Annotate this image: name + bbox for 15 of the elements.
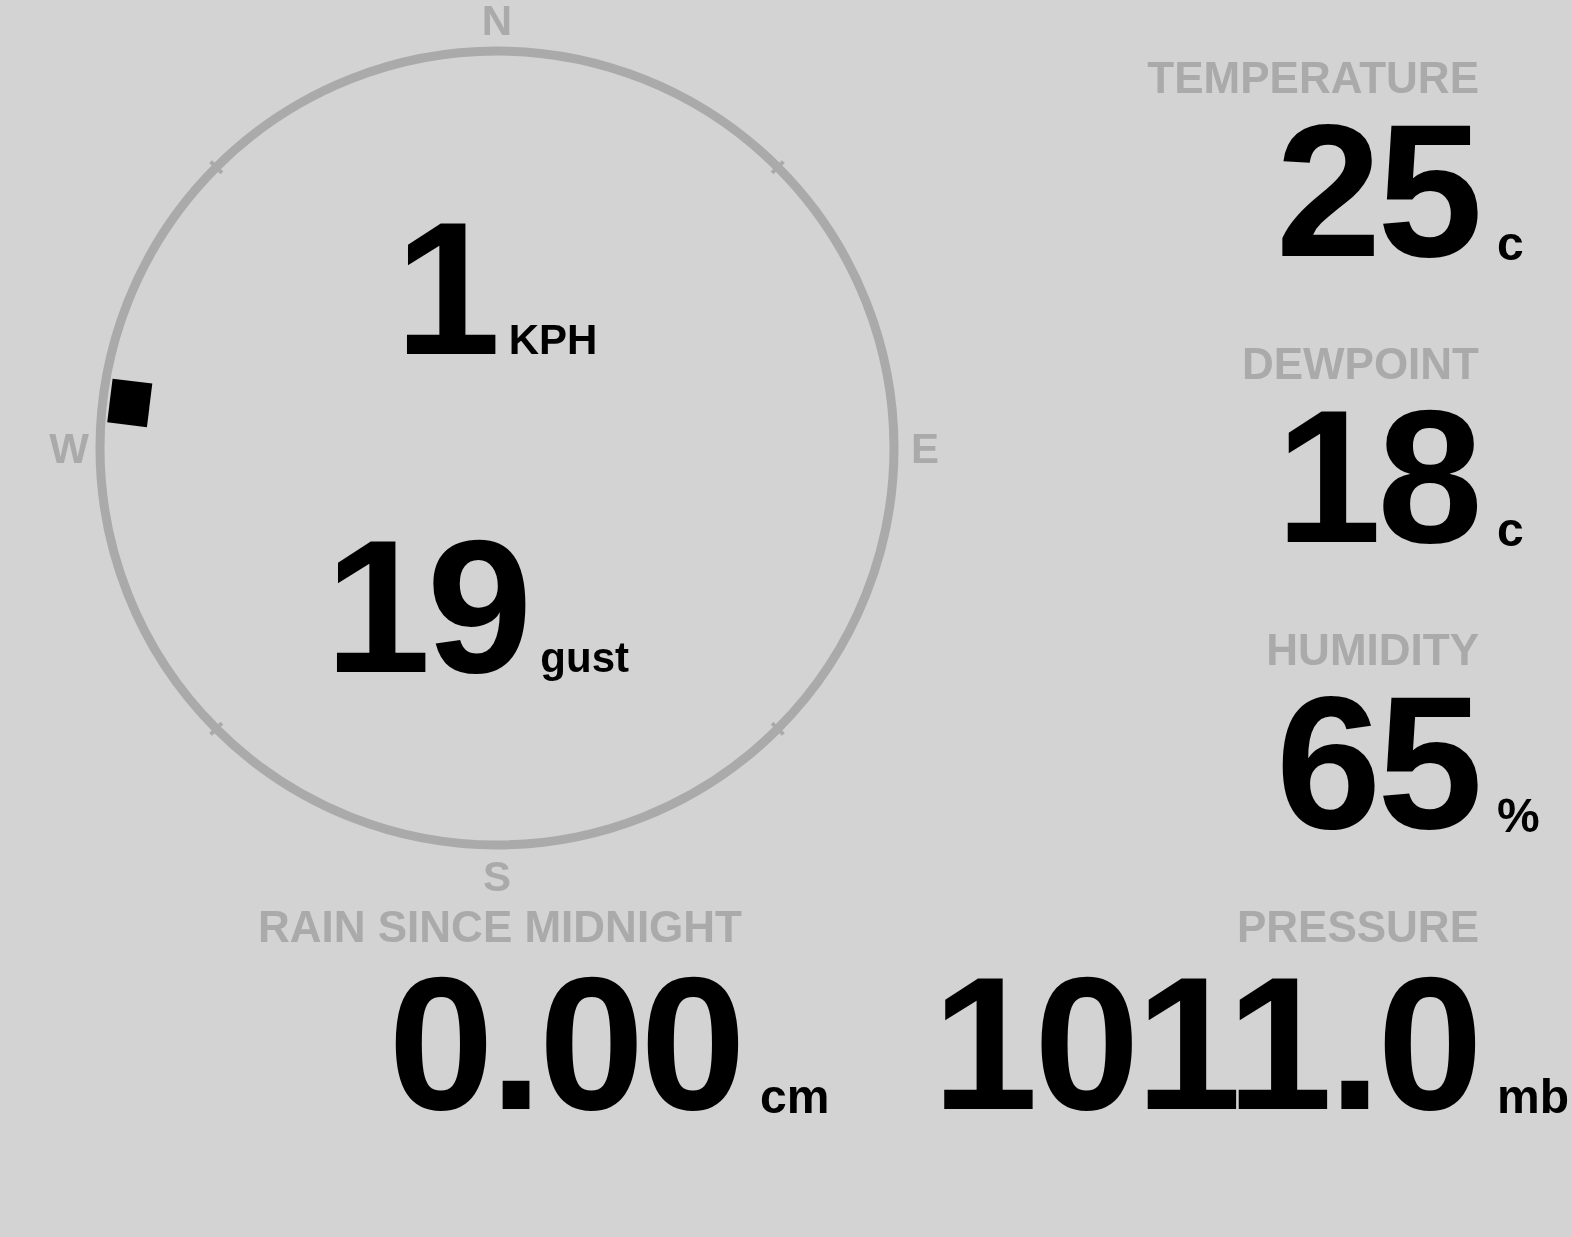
reading-unit: % <box>1496 788 1541 844</box>
rain-value: 0.00 <box>388 967 742 1119</box>
reading-value: 65 <box>1275 686 1479 838</box>
reading-unit: c <box>1496 502 1525 558</box>
reading-value: 18 <box>1275 400 1479 552</box>
pressure-unit: mb <box>1496 1069 1570 1125</box>
gust-speed-value: 19 <box>325 530 529 682</box>
reading-unit: c <box>1496 216 1525 272</box>
wind-speed-unit: KPH <box>508 319 598 361</box>
rain-unit: cm <box>759 1069 831 1125</box>
wind-direction-marker <box>107 378 153 428</box>
wind-speed-value: 1 <box>395 212 497 364</box>
pressure-value: 1011.0 <box>932 967 1479 1119</box>
gust-label: gust <box>540 637 629 679</box>
reading-value: 25 <box>1275 114 1479 266</box>
